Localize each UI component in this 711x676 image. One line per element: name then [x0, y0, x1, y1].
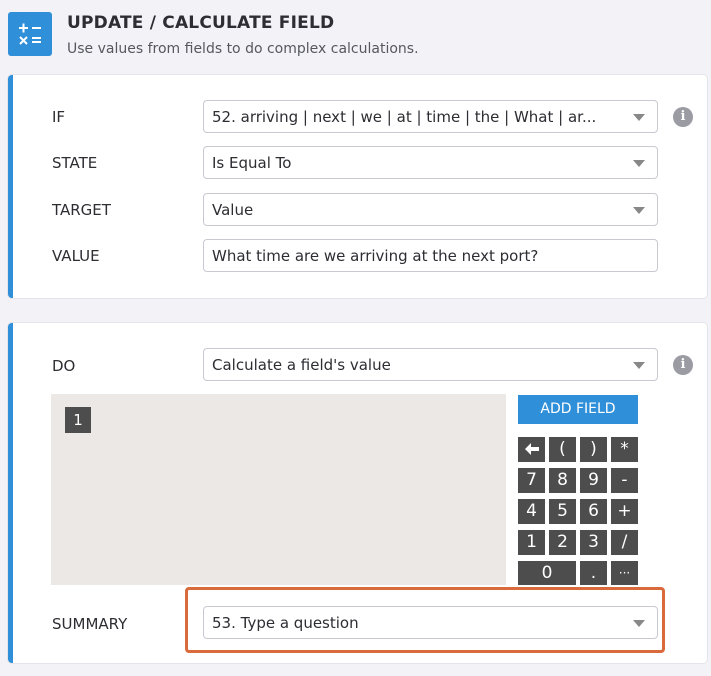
keypad-key[interactable]: 9 — [580, 468, 607, 493]
keypad-key[interactable]: 1 — [518, 530, 545, 555]
keypad-key[interactable]: 8 — [549, 468, 576, 493]
add-field-button[interactable]: ADD FIELD — [518, 395, 638, 424]
page-title: UPDATE / CALCULATE FIELD — [67, 13, 335, 33]
keypad-key[interactable]: * — [611, 437, 638, 462]
keypad-key[interactable]: ( — [549, 437, 576, 462]
keypad-key[interactable]: 4 — [518, 499, 545, 524]
page-subtitle: Use values from fields to do complex cal… — [67, 41, 419, 57]
arrow-left-icon — [524, 443, 539, 455]
target-select-value: Value — [212, 201, 254, 219]
chevron-down-icon — [633, 114, 645, 121]
keypad-key[interactable]: - — [611, 468, 638, 493]
do-label: DO — [52, 357, 76, 375]
keypad-key[interactable]: . — [580, 561, 607, 585]
keypad-key[interactable]: 5 — [549, 499, 576, 524]
target-select[interactable]: Value — [203, 193, 658, 226]
summary-highlight — [185, 587, 665, 653]
info-icon[interactable]: i — [673, 107, 693, 127]
formula-token[interactable]: 1 — [65, 407, 91, 433]
if-select-value: 52. arriving | next | we | at | time | t… — [212, 108, 597, 126]
formula-editor[interactable]: 1 — [51, 394, 506, 585]
calculator-icon — [8, 12, 52, 56]
if-label: IF — [52, 108, 66, 126]
chevron-down-icon — [633, 160, 645, 167]
keypad-key[interactable]: 0 — [518, 561, 576, 585]
backspace-key[interactable] — [518, 437, 545, 462]
state-select-value: Is Equal To — [212, 154, 292, 172]
keypad-key[interactable]: 3 — [580, 530, 607, 555]
target-label: TARGET — [52, 201, 111, 219]
chevron-down-icon — [633, 207, 645, 214]
value-input[interactable]: What time are we arriving at the next po… — [203, 239, 658, 272]
state-select[interactable]: Is Equal To — [203, 146, 658, 179]
summary-label: SUMMARY — [52, 615, 128, 633]
keypad-key[interactable]: ) — [580, 437, 607, 462]
keypad-key[interactable]: 7 — [518, 468, 545, 493]
keypad-key[interactable]: / — [611, 530, 638, 555]
state-label: STATE — [52, 154, 98, 172]
page-header: UPDATE / CALCULATE FIELD Use values from… — [0, 0, 711, 74]
keypad-key[interactable]: 2 — [549, 530, 576, 555]
value-label: VALUE — [52, 247, 100, 265]
if-select[interactable]: 52. arriving | next | we | at | time | t… — [203, 100, 658, 133]
do-select-value: Calculate a field's value — [212, 356, 391, 374]
keypad-key[interactable]: 6 — [580, 499, 607, 524]
condition-card: IF 52. arriving | next | we | at | time … — [8, 75, 707, 298]
chevron-down-icon — [633, 362, 645, 369]
more-key[interactable]: ··· — [611, 561, 638, 585]
do-select[interactable]: Calculate a field's value — [203, 348, 658, 381]
keypad-key[interactable]: + — [611, 499, 638, 524]
info-icon[interactable]: i — [673, 355, 693, 375]
